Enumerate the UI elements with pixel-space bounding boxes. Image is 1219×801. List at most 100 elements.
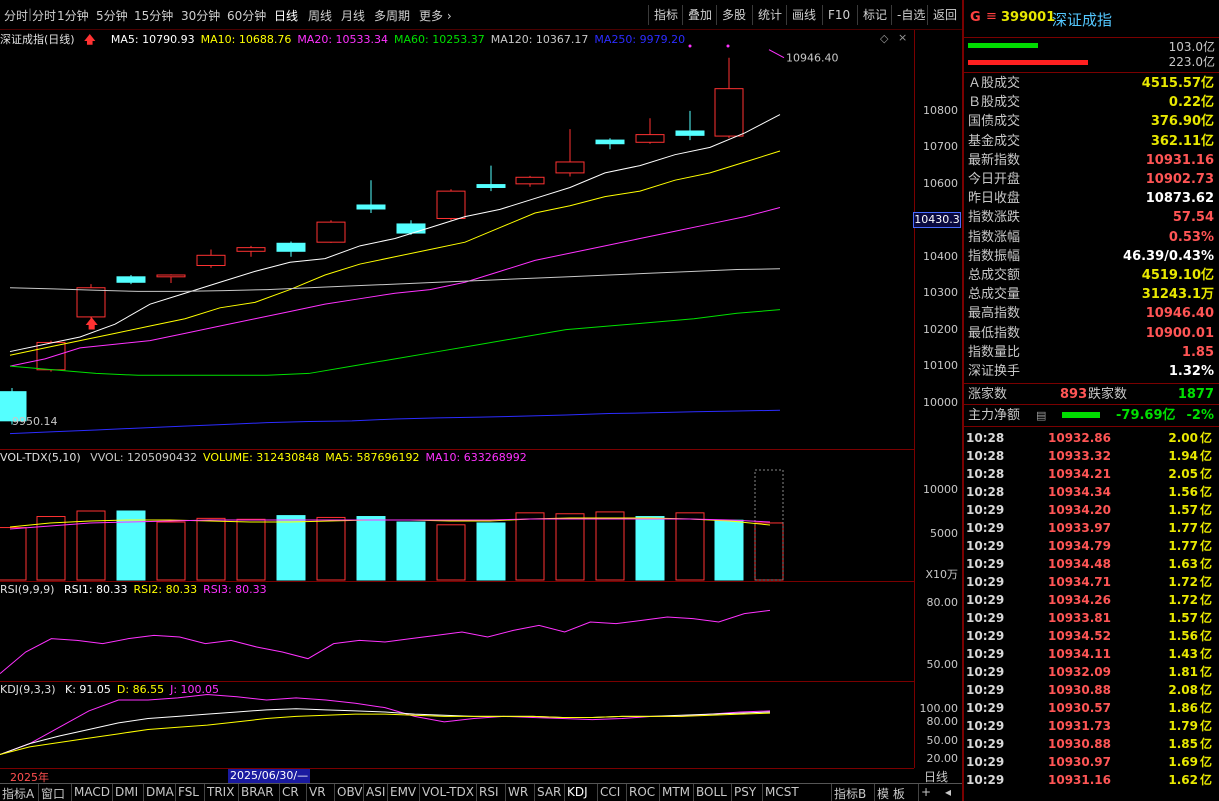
mark-button[interactable]: 标记 <box>857 5 892 25</box>
candle-body <box>595 139 625 145</box>
price-axis: 1080010700106001050010400103001020010100… <box>913 30 962 450</box>
quote-value: 4515.57亿 <box>1141 76 1214 91</box>
candle-body <box>156 274 186 278</box>
volume-chart <box>0 469 784 581</box>
tick-unit: 亿 <box>1199 773 1212 787</box>
multi-stock-button[interactable]: 多股 <box>716 5 751 25</box>
tick-row: 10:29 10931.16 1.62 亿 <box>966 771 1212 789</box>
candle-body <box>436 190 466 219</box>
period-multi[interactable]: 多周期 <box>374 7 410 24</box>
indicator-tab[interactable]: CCI <box>600 785 620 799</box>
menu-icon[interactable]: ≡ <box>986 9 997 24</box>
period-monthly[interactable]: 月线 <box>341 7 365 24</box>
tick-row: 10:29 10930.57 1.86 亿 <box>966 699 1212 717</box>
quote-row: 指数量比 1.85 <box>968 343 1214 362</box>
quote-row: 基金成交 362.11亿 <box>968 132 1214 151</box>
volume-panel[interactable]: VOL-TDX(5,10) VVOL: 1205090432 VOLUME: 31… <box>0 450 914 582</box>
period-weekly[interactable]: 周线 <box>308 7 332 24</box>
tick-unit: 亿 <box>1199 683 1212 697</box>
indicator-tab[interactable]: KDJ <box>567 785 588 799</box>
back-button[interactable]: 返回 <box>927 5 962 25</box>
net-flow-row[interactable]: 主力净额 ▤ -79.69亿 -2% <box>968 406 1214 425</box>
indicator-tab[interactable]: ROC <box>629 785 655 799</box>
rsi-panel[interactable]: RSI(9,9,9) RSI1: 80.33 RSI2: 80.33 RSI3: 8… <box>0 582 914 682</box>
scroll-left-icon[interactable]: ◂ <box>945 785 951 799</box>
tick-time: 10:28 <box>966 449 1005 463</box>
ma10-line <box>9 150 781 356</box>
period-daily[interactable]: 日线 <box>274 7 298 24</box>
period-60min[interactable]: 60分钟 <box>227 7 266 24</box>
kdj-tick: 80.00 <box>926 715 959 728</box>
detail-icon[interactable]: ▤ <box>1036 406 1046 425</box>
overlay-button[interactable]: 叠加 <box>682 5 717 25</box>
period-1min[interactable]: 分时 <box>32 7 56 24</box>
quote-label: 总成交量 <box>968 287 1021 303</box>
tick-unit: 亿 <box>1199 539 1212 553</box>
indicator-tab[interactable]: BOLL <box>696 785 727 799</box>
date-strip: 2025年 2025/06/30/— <box>0 768 914 784</box>
indicator-tab[interactable]: WR <box>508 785 528 799</box>
tick-unit: 亿 <box>1199 467 1212 481</box>
tick-amount: 1.79 <box>1168 719 1198 733</box>
indicator-tab[interactable]: OBV <box>337 785 363 799</box>
statistics-button[interactable]: 统计 <box>752 5 787 25</box>
indicator-tab[interactable]: CR <box>282 785 299 799</box>
watchlist-button[interactable]: -自选 <box>891 5 930 25</box>
indicator-tab[interactable]: SAR <box>537 785 561 799</box>
tick-amount: 1.62 <box>1168 773 1198 787</box>
quote-label: 指数量比 <box>968 344 1021 360</box>
indicator-tab[interactable]: MCST <box>765 785 799 799</box>
indicator-tab[interactable]: BRAR <box>241 785 274 799</box>
net-flow-value: -79.69亿 <box>1116 408 1176 423</box>
quote-row: 最新指数 10931.16 <box>968 151 1214 170</box>
buy-signal-arrow-icon: 🡅 <box>85 317 98 332</box>
period-intraday[interactable]: 分时 <box>4 7 28 24</box>
period-more[interactable]: 更多 › <box>419 7 452 24</box>
period-30min[interactable]: 30分钟 <box>181 7 220 24</box>
indicator-tab[interactable]: + <box>921 785 931 799</box>
indicator-tab[interactable]: DMA <box>146 785 174 799</box>
indicator-tab[interactable]: VR <box>309 785 326 799</box>
indicator-tab[interactable]: FSL <box>178 785 199 799</box>
group-badge: G <box>970 10 981 25</box>
tick-amount: 1.56 <box>1168 629 1198 643</box>
net-flow-bar <box>1062 412 1100 418</box>
indicator-tab[interactable]: MACD <box>74 785 110 799</box>
diamond-icon[interactable]: ◇ <box>880 32 888 45</box>
volume-bar <box>635 516 665 581</box>
tick-row: 10:28 10933.32 1.94 亿 <box>966 447 1212 465</box>
rsi-line <box>0 609 771 675</box>
f10-button[interactable]: F10 <box>822 5 855 25</box>
quote-value: 10900.01 <box>1145 325 1214 341</box>
period-1min-b[interactable]: 1分钟 <box>57 7 89 24</box>
indicator-tab[interactable]: 模 板 <box>877 785 905 801</box>
price-chart-panel[interactable]: 深证成指(日线) 🡅 MA5: 10790.93 MA10: 10688.76 MA… <box>0 30 914 450</box>
tick-row: 10:29 10934.26 1.72 亿 <box>966 591 1212 609</box>
tick-price: 10931.73 <box>1048 719 1112 733</box>
indicator-tab[interactable]: TRIX <box>207 785 234 799</box>
kdj-panel[interactable]: KDJ(9,3,3) K: 91.05 D: 86.55 J: 100.05 <box>0 682 914 768</box>
tick-unit: 亿 <box>1199 629 1212 643</box>
period-5min[interactable]: 5分钟 <box>96 7 128 24</box>
tick-row: 10:29 10934.11 1.43 亿 <box>966 645 1212 663</box>
period-15min[interactable]: 15分钟 <box>134 7 173 24</box>
indicator-tab[interactable]: VOL-TDX <box>422 785 474 799</box>
tick-time: 10:29 <box>966 737 1005 751</box>
panel-close-icon[interactable]: × <box>898 31 907 44</box>
indicator-tab[interactable]: 窗口 <box>41 785 65 801</box>
indicator-tab[interactable]: ASI <box>366 785 385 799</box>
indicator-tab[interactable]: 指标A <box>2 785 34 801</box>
indicator-tab[interactable]: 指标B <box>834 785 866 801</box>
tick-time: 10:29 <box>966 665 1005 679</box>
indicator-tab[interactable]: RSI <box>479 785 499 799</box>
quote-row: Ｂ股成交 0.22亿 <box>968 93 1214 112</box>
quote-row: 最高指数 10946.40 <box>968 304 1214 323</box>
indicator-button[interactable]: 指标 <box>648 5 683 25</box>
indicator-tab[interactable]: DMI <box>115 785 138 799</box>
draw-line-button[interactable]: 画线 <box>786 5 821 25</box>
indicator-tab[interactable]: PSY <box>734 785 756 799</box>
tick-amount: 1.77 <box>1168 539 1198 553</box>
indicator-tab[interactable]: MTM <box>662 785 690 799</box>
candle-body <box>76 287 106 318</box>
indicator-tab[interactable]: EMV <box>390 785 416 799</box>
